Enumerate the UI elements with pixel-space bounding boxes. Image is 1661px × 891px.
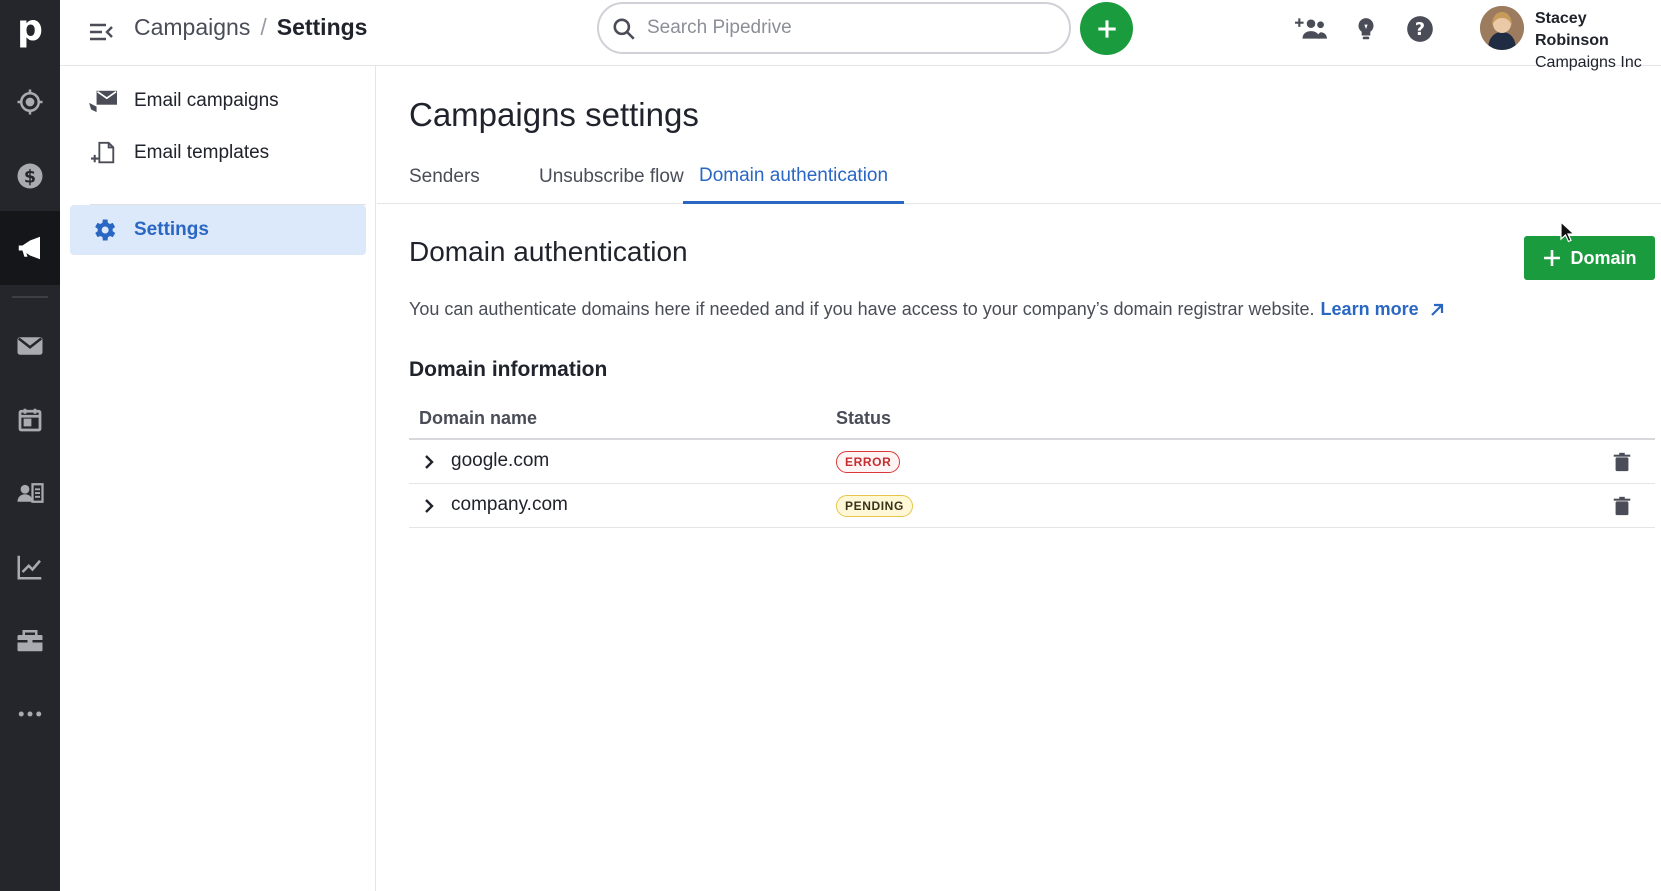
plus-icon — [1544, 250, 1561, 266]
breadcrumb-settings: Settings — [276, 14, 368, 40]
invite-users-icon[interactable] — [1294, 12, 1328, 46]
breadcrumb-separator: / — [260, 14, 267, 40]
chevron-right-icon[interactable] — [419, 496, 439, 516]
sidebar-item-label: Settings — [134, 219, 209, 240]
learn-more-link[interactable]: Learn more — [1321, 299, 1447, 320]
rail-divider — [12, 296, 48, 298]
add-domain-label: Domain — [1570, 247, 1637, 268]
search-input[interactable] — [647, 17, 1069, 39]
dollar-icon[interactable]: $ — [0, 146, 60, 206]
calendar-icon[interactable] — [0, 390, 60, 450]
table-row[interactable]: google.com ERROR — [409, 440, 1655, 484]
column-status: Status — [836, 408, 892, 428]
domain-name: google.com — [451, 450, 550, 471]
sidebar-item-email-campaigns[interactable]: Email campaigns — [70, 76, 366, 126]
sidebar-item-label: Email templates — [134, 142, 270, 163]
description-text: You can authenticate domains here if nee… — [409, 299, 1315, 319]
campaigns-sidebar: Email campaigns Email templates Settings — [60, 66, 376, 891]
contacts-icon[interactable] — [0, 463, 60, 523]
products-icon[interactable] — [0, 610, 60, 670]
top-bar: Campaigns / Settings ? Stacey Robinson C… — [60, 0, 1661, 71]
more-icon[interactable] — [0, 684, 60, 744]
email-templates-icon — [86, 138, 122, 168]
lightbulb-icon[interactable] — [1349, 12, 1383, 46]
user-info[interactable]: Stacey Robinson Campaigns Inc — [1535, 8, 1661, 74]
avatar[interactable] — [1480, 6, 1524, 50]
external-link-icon — [1430, 303, 1443, 316]
svg-text:?: ? — [1415, 20, 1425, 40]
settings-tabs: Senders Unsubscribe flow Domain authenti… — [377, 150, 1661, 204]
breadcrumb: Campaigns / Settings — [134, 14, 367, 41]
status-badge: ERROR — [836, 451, 901, 473]
tab-senders[interactable]: Senders — [393, 150, 496, 204]
tab-domain-authentication[interactable]: Domain authentication — [683, 150, 905, 204]
table-header: Domain name Status — [409, 398, 1655, 440]
trash-icon[interactable] — [1611, 451, 1633, 473]
mouse-cursor-icon — [1560, 221, 1576, 243]
help-icon[interactable]: ? — [1403, 12, 1437, 46]
chevron-right-icon[interactable] — [419, 452, 439, 472]
target-icon[interactable] — [0, 72, 60, 132]
breadcrumb-campaigns[interactable]: Campaigns — [134, 14, 250, 41]
chart-icon[interactable] — [0, 537, 60, 597]
page-title: Campaigns settings — [409, 96, 699, 133]
domain-info-title: Domain information — [409, 358, 608, 381]
sidebar-item-email-templates[interactable]: Email templates — [70, 128, 366, 178]
mail-icon[interactable] — [0, 316, 60, 376]
learn-more-label: Learn more — [1320, 299, 1419, 319]
column-domain-name: Domain name — [419, 408, 538, 428]
domain-table: Domain name Status google.com ERROR comp… — [409, 398, 1655, 528]
main-content: Campaigns settings Senders Unsubscribe f… — [377, 66, 1661, 891]
megaphone-icon[interactable] — [0, 211, 60, 285]
table-row[interactable]: company.com PENDING — [409, 484, 1655, 528]
sidebar-item-settings[interactable]: Settings — [70, 205, 366, 255]
collapse-menu-icon[interactable] — [86, 17, 116, 47]
trash-icon[interactable] — [1611, 495, 1633, 517]
add-domain-button[interactable]: Domain — [1524, 236, 1655, 280]
plus-icon — [1097, 19, 1116, 38]
description: You can authenticate domains here if nee… — [409, 299, 1447, 320]
domain-name: company.com — [451, 494, 568, 515]
search-box[interactable] — [597, 2, 1071, 54]
email-campaigns-icon — [86, 86, 122, 116]
status-badge: PENDING — [836, 495, 913, 517]
sidebar-item-label: Email campaigns — [134, 90, 279, 111]
search-icon — [613, 18, 635, 40]
svg-text:$: $ — [24, 167, 36, 187]
section-title: Domain authentication — [409, 236, 688, 267]
tab-unsubscribe-flow[interactable]: Unsubscribe flow — [523, 150, 700, 204]
user-name: Stacey Robinson — [1535, 10, 1609, 49]
app-rail: p $ — [0, 0, 60, 891]
quick-add-button[interactable] — [1080, 2, 1133, 55]
gear-icon — [86, 215, 122, 245]
pipedrive-logo[interactable]: p — [0, 0, 60, 56]
